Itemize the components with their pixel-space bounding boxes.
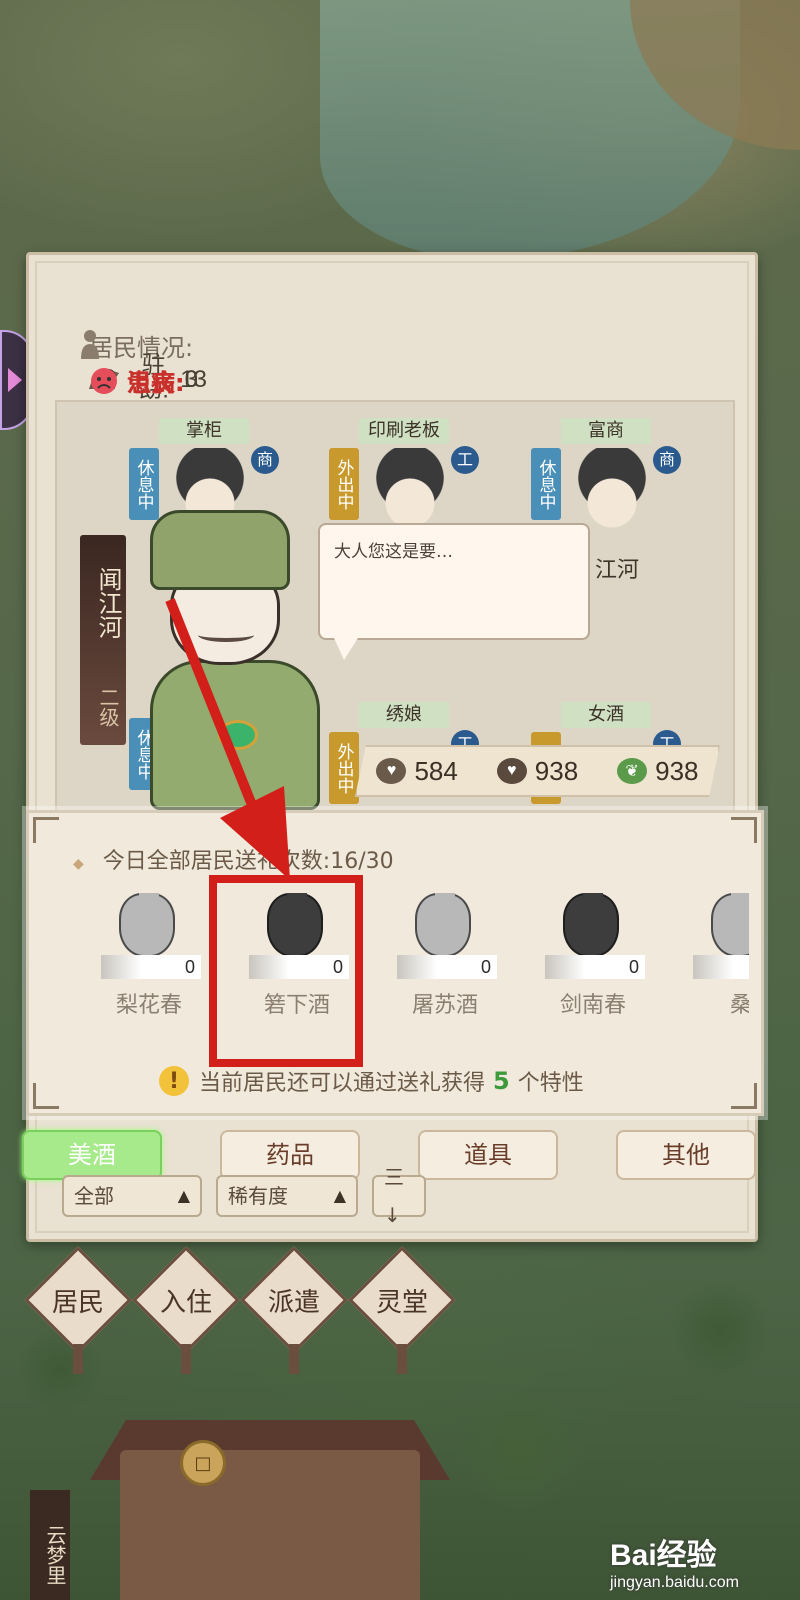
resident-level: 二级: [96, 686, 120, 727]
baidu-watermark: Bai经验 jingyan.baidu.com: [610, 1539, 739, 1591]
trait-tip: ! 当前居民还可以通过送礼获得 5 个特性: [159, 1065, 584, 1097]
sort-rarity-dropdown[interactable]: 稀有度 ▲: [216, 1175, 358, 1217]
wine-jar-icon: [711, 893, 749, 957]
chevron-up-icon: ▲: [333, 1186, 346, 1205]
tab-wine[interactable]: 美酒: [22, 1130, 162, 1180]
heart-icon: ♥: [496, 758, 527, 784]
stat-value-b: 938: [534, 755, 579, 786]
filter-all-dropdown[interactable]: 全部 ▲: [62, 1175, 202, 1217]
tab-other[interactable]: 其他: [616, 1130, 756, 1180]
red-arrow-annotation: [165, 598, 290, 880]
gift-item-name: 梨花春: [115, 993, 182, 1018]
resident-type-badge: 商: [653, 446, 681, 474]
resident-type-badge: 工: [451, 446, 479, 474]
resident-role: 印刷老板: [359, 418, 449, 444]
warning-icon: !: [159, 1066, 189, 1096]
resident-role: 女酒: [561, 702, 651, 728]
diamond-bullet-icon: ◆: [73, 856, 84, 872]
nav-dispatch[interactable]: 派遣: [240, 1246, 348, 1374]
depressed-label: 沮丧:: [127, 368, 185, 397]
resident-state: 外出中: [329, 448, 359, 520]
highlight-annotation-box: [209, 875, 363, 1067]
wine-jar-icon: [563, 893, 619, 957]
gift-item-name: 屠苏酒: [411, 993, 478, 1018]
gift-item-qty: [693, 955, 749, 979]
resident-role: 绣娘: [359, 702, 449, 728]
wine-jar-icon: [415, 893, 471, 957]
stat-item: ♥ 584: [376, 755, 458, 787]
trait-tip-suffix: 个特性: [517, 1071, 584, 1096]
resident-name-banner: 闻江河 二级: [80, 535, 126, 745]
gift-item[interactable]: 0 剑南春: [533, 893, 653, 1023]
official-hat: [150, 510, 290, 590]
resident-type-badge: 商: [251, 446, 279, 474]
resident-stats-bar: ♥ 584 ♥ 938 ❦ 938: [355, 745, 720, 797]
stat-value-a: 584: [414, 755, 458, 786]
nav-residents[interactable]: 居民: [24, 1246, 132, 1374]
gift-item-qty: 0: [545, 955, 645, 979]
coin-icon[interactable]: □: [180, 1440, 226, 1486]
tab-items[interactable]: 道具: [418, 1130, 558, 1180]
house-building[interactable]: [120, 1450, 420, 1600]
arrow-right-icon: [8, 368, 22, 392]
gift-item[interactable]: 桑: [681, 893, 749, 1023]
gift-item[interactable]: 0 梨花春: [89, 893, 209, 1023]
gift-panel: ◆ 今日全部居民送礼次数:16/30 0 梨花春 0 箬下酒 0 屠苏酒 0 剑…: [26, 810, 764, 1116]
leaf-icon: ❦: [617, 758, 648, 784]
gift-items-row: 0 梨花春 0 箬下酒 0 屠苏酒 0 剑南春 桑: [89, 893, 749, 1023]
stat-value-c: 938: [655, 755, 699, 786]
trait-tip-prefix: 当前居民还可以通过送礼获得: [199, 1071, 486, 1096]
resident-role: 掌柜: [159, 418, 249, 444]
selected-resident-name: 闻江河: [94, 567, 122, 640]
resident-state: 外出中: [329, 732, 359, 804]
gift-item[interactable]: 0 屠苏酒: [385, 893, 505, 1023]
heart-broken-icon: ♥: [376, 758, 407, 784]
gift-item-name: 桑: [729, 993, 749, 1018]
gift-item-qty: 0: [101, 955, 201, 979]
sort-icon: 三↓: [384, 1165, 404, 1227]
gift-item-name: 剑南春: [559, 993, 626, 1018]
stat-item: ♥ 938: [496, 755, 579, 787]
sad-face-icon: [87, 366, 121, 394]
speech-bubble: 大人您这是要…: [318, 523, 590, 660]
depressed-count: 0: [184, 366, 198, 393]
location-label: 云梦里: [30, 1490, 70, 1600]
gift-item-qty: 0: [397, 955, 497, 979]
chevron-up-icon: ▲: [177, 1186, 190, 1205]
resident-status-bar: 居民情况: 驻留: 13 患病: 3 沮丧: 0: [39, 315, 751, 414]
resident-role: 富商: [561, 418, 651, 444]
stat-item: ❦ 938: [617, 755, 699, 787]
nav-move-in[interactable]: 入住: [132, 1246, 240, 1374]
resident-state: 休息中: [531, 448, 561, 520]
sort-order-button[interactable]: 三↓: [372, 1165, 426, 1227]
wine-jar-icon: [119, 893, 175, 957]
tab-medicine[interactable]: 药品: [220, 1130, 360, 1180]
trait-tip-number: 5: [493, 1067, 510, 1095]
nav-memorial-hall[interactable]: 灵堂: [348, 1246, 456, 1374]
